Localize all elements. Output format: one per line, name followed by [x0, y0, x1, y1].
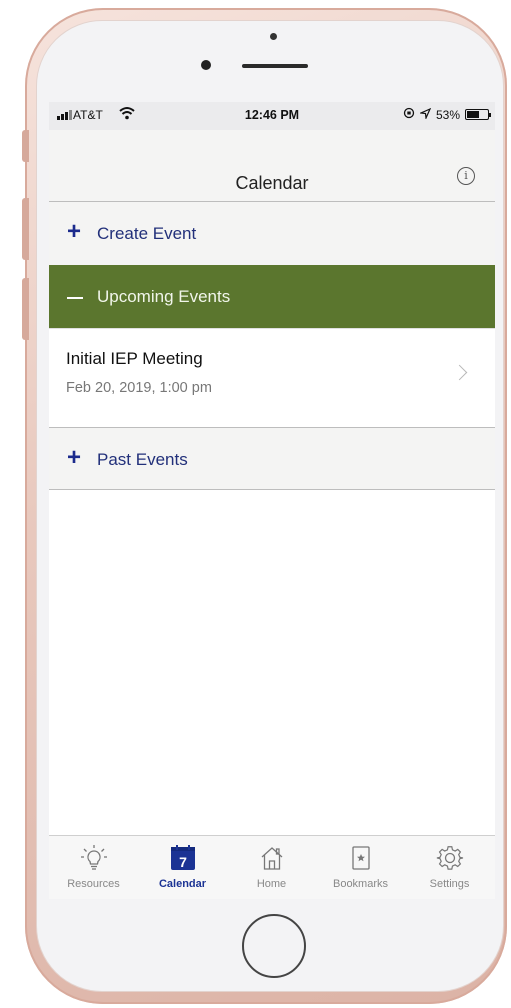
- calendar-icon: 7: [138, 844, 227, 872]
- minus-icon: [67, 297, 83, 299]
- upcoming-events-label: Upcoming Events: [97, 287, 231, 306]
- info-icon[interactable]: i: [457, 167, 475, 185]
- tab-label: Resources: [67, 878, 120, 890]
- tab-bar: Resources 7 Calendar Home Bookmarks Sett…: [49, 835, 495, 899]
- volume-down-button: [22, 278, 29, 340]
- bookmark-icon: [316, 844, 405, 872]
- orientation-lock-icon: [403, 107, 415, 122]
- gear-icon: [405, 844, 494, 872]
- tab-label: Calendar: [158, 878, 207, 890]
- create-event-row[interactable]: + Create Event: [49, 202, 495, 265]
- mute-switch: [22, 130, 29, 162]
- app-screen: AT&T 12:46 PM 53% Calendar i + Create Ev…: [49, 102, 495, 899]
- location-icon: [418, 107, 432, 122]
- page-title: Calendar: [235, 173, 309, 193]
- past-events-row[interactable]: + Past Events: [49, 428, 495, 490]
- tab-calendar[interactable]: 7 Calendar: [138, 836, 227, 899]
- tab-settings[interactable]: Settings: [405, 836, 494, 899]
- event-list-item[interactable]: Initial IEP Meeting Feb 20, 2019, 1:00 p…: [49, 328, 495, 428]
- event-datetime: Feb 20, 2019, 1:00 pm: [66, 380, 212, 396]
- earpiece-speaker: [242, 64, 308, 68]
- tab-label: Settings: [429, 878, 470, 890]
- status-bar: AT&T 12:46 PM 53%: [49, 102, 495, 130]
- volume-up-button: [22, 198, 29, 260]
- plus-icon: +: [67, 444, 82, 471]
- tab-bookmarks[interactable]: Bookmarks: [316, 836, 405, 899]
- battery-percent: 53%: [435, 107, 460, 122]
- create-event-label: Create Event: [97, 224, 197, 243]
- proximity-sensor: [270, 33, 277, 40]
- past-events-label: Past Events: [97, 450, 188, 469]
- front-camera: [201, 60, 211, 70]
- tab-home[interactable]: Home: [227, 836, 316, 899]
- tab-label: Bookmarks: [332, 878, 389, 890]
- status-right: 53%: [403, 107, 491, 122]
- home-button[interactable]: [242, 914, 306, 978]
- tab-resources[interactable]: Resources: [49, 836, 138, 899]
- nav-bar: Calendar i: [49, 130, 495, 202]
- upcoming-events-header[interactable]: Upcoming Events: [49, 265, 495, 328]
- battery-icon: [465, 109, 491, 120]
- chevron-right-icon: [451, 364, 468, 381]
- event-title: Initial IEP Meeting: [66, 349, 203, 368]
- lightbulb-icon: [49, 844, 138, 872]
- tab-label: Home: [256, 878, 287, 890]
- plus-icon: +: [67, 218, 82, 245]
- home-icon: [227, 844, 316, 872]
- calendar-icon-date: 7: [179, 854, 187, 870]
